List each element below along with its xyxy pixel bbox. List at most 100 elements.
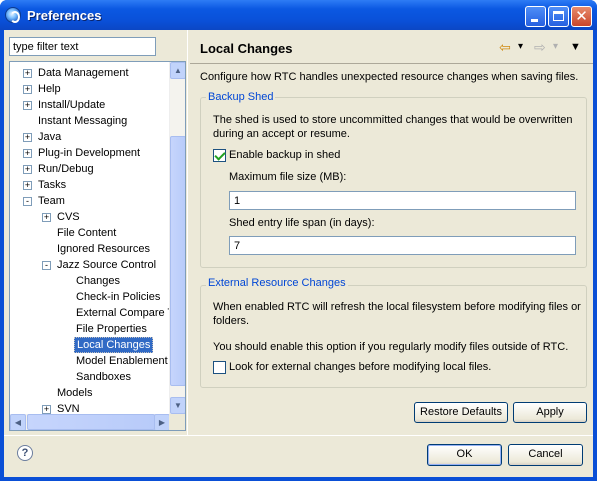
tree-item-label: Ignored Resources <box>57 243 150 255</box>
tree-item-label: Data Management <box>38 67 129 79</box>
cancel-button[interactable]: Cancel <box>508 444 583 466</box>
tree-item-label: Java <box>38 131 62 143</box>
tree-item-instant-messaging[interactable]: Instant Messaging <box>10 113 170 129</box>
tree-item-label: Sandboxes <box>76 371 132 383</box>
window-title: Preferences <box>27 8 102 23</box>
vertical-scroll-thumb[interactable] <box>170 136 185 386</box>
tree-item-external-compare-t[interactable]: External Compare T <box>10 305 174 321</box>
backup-shed-title: Backup Shed <box>206 91 276 103</box>
button-bar-separator <box>4 435 593 436</box>
tree-item-label: Changes <box>76 275 121 287</box>
view-menu-icon[interactable]: ▼ <box>570 39 581 55</box>
tree-item-label: File Content <box>57 227 117 239</box>
max-file-size-input[interactable]: 1 <box>229 191 576 210</box>
life-span-input[interactable]: 7 <box>229 236 576 255</box>
title-separator <box>190 63 593 64</box>
close-icon: ✕ <box>575 8 588 25</box>
collapse-icon[interactable]: - <box>23 197 32 206</box>
look-external-changes-label[interactable]: Look for external changes before modifyi… <box>229 361 491 373</box>
external-changes-description-line1: When enabled RTC will refresh the local … <box>213 301 581 313</box>
tree-item-sandboxes[interactable]: Sandboxes <box>10 369 170 385</box>
expand-icon[interactable]: + <box>23 133 32 142</box>
tree-item-label: Instant Messaging <box>38 115 128 127</box>
tree-item-label: File Properties <box>76 323 147 335</box>
forward-arrow-icon: ⇨ <box>534 39 546 55</box>
back-history-dropdown-icon[interactable]: ▾ <box>518 39 523 55</box>
tree-item-tasks[interactable]: + Tasks <box>10 177 170 193</box>
expand-icon[interactable]: + <box>42 405 51 414</box>
expand-icon[interactable]: + <box>23 149 32 158</box>
help-icon[interactable]: ? <box>17 445 33 461</box>
tree-item-label: Help <box>38 83 61 95</box>
expand-icon[interactable]: + <box>23 181 32 190</box>
expand-icon[interactable]: + <box>23 85 32 94</box>
external-changes-description-line2: folders. <box>213 315 250 327</box>
horizontal-scroll-thumb[interactable] <box>27 414 155 430</box>
backup-shed-description-line2: during an accept or resume. <box>213 128 350 140</box>
tree-item-cvs[interactable]: + CVS <box>10 209 170 225</box>
external-changes-title: External Resource Changes <box>206 277 348 289</box>
ok-button[interactable]: OK <box>427 444 502 466</box>
backup-shed-description-line1: The shed is used to store uncommitted ch… <box>213 114 573 126</box>
apply-button[interactable]: Apply <box>513 402 587 423</box>
tree-item-label: Run/Debug <box>38 163 94 175</box>
tree-item-install-update[interactable]: + Install/Update <box>10 97 170 113</box>
minimize-button[interactable] <box>525 6 546 27</box>
tree-item-label: Plug-in Development <box>38 147 141 159</box>
preferences-window: Preferences ✕ + Data Management + Help + Inst… <box>0 0 597 481</box>
expand-icon[interactable]: + <box>23 101 32 110</box>
tree-item-label: Jazz Source Control <box>57 259 157 271</box>
tree-item-label: Model Enablement <box>76 355 168 367</box>
max-file-size-label: Maximum file size (MB): <box>229 171 347 183</box>
filter-input[interactable] <box>9 37 156 56</box>
close-button[interactable]: ✕ <box>571 6 592 27</box>
scroll-right-button[interactable]: ▶ <box>154 414 170 430</box>
tree-item-data-management[interactable]: + Data Management <box>10 65 170 81</box>
restore-defaults-button[interactable]: Restore Defaults <box>414 402 508 423</box>
expand-icon[interactable]: + <box>42 213 51 222</box>
scroll-corner <box>169 414 185 430</box>
enable-backup-checkbox[interactable] <box>213 149 226 162</box>
tree-horizontal-scrollbar[interactable]: ◀ ▶ <box>10 414 170 430</box>
back-arrow-icon[interactable]: ⇦ <box>499 39 511 55</box>
tree-item-file-content[interactable]: File Content <box>10 225 170 241</box>
tree-item-team[interactable]: - Team <box>10 193 170 209</box>
tree-item-model-enablement[interactable]: Model Enablement <box>10 353 170 369</box>
tree-item-ignored-resources[interactable]: Ignored Resources <box>10 241 170 257</box>
scroll-up-button[interactable]: ▲ <box>170 62 185 79</box>
tree-vertical-scrollbar[interactable]: ▲ ▼ <box>169 62 185 414</box>
tree-item-local-changes[interactable]: Local Changes <box>10 337 170 353</box>
tree-item-file-properties[interactable]: File Properties <box>10 321 170 337</box>
look-external-changes-checkbox[interactable] <box>213 361 226 374</box>
external-changes-advice: You should enable this option if you reg… <box>213 341 569 353</box>
expand-icon[interactable]: + <box>23 165 32 174</box>
tree-item-label: CVS <box>57 211 80 223</box>
tree-item-jazz-source-control[interactable]: - Jazz Source Control <box>10 257 170 273</box>
scroll-left-button[interactable]: ◀ <box>10 414 26 430</box>
tree-item-plug-in-development[interactable]: + Plug-in Development <box>10 145 170 161</box>
tree-item-help[interactable]: + Help <box>10 81 170 97</box>
tree-item-label: Local Changes <box>74 337 154 353</box>
tree-item-changes[interactable]: Changes <box>10 273 170 289</box>
tree-item-label: Models <box>57 387 93 399</box>
tree-item-run-debug[interactable]: + Run/Debug <box>10 161 170 177</box>
tree-item-label: Team <box>38 195 65 207</box>
scroll-down-button[interactable]: ▼ <box>170 397 185 414</box>
tree-item-label: Install/Update <box>38 99 106 111</box>
tree-item-models[interactable]: Models <box>10 385 170 401</box>
tree-item-label: Tasks <box>38 179 67 191</box>
panel-divider[interactable] <box>187 30 190 435</box>
collapse-icon[interactable]: - <box>42 261 51 270</box>
minimize-icon <box>531 19 538 22</box>
expand-icon[interactable]: + <box>23 69 32 78</box>
maximize-button[interactable] <box>548 6 569 27</box>
life-span-label: Shed entry life span (in days): <box>229 217 375 229</box>
forward-history-dropdown-icon: ▾ <box>553 41 559 52</box>
page-title: Local Changes <box>200 41 293 56</box>
tree-item-label: Check-in Policies <box>76 291 161 303</box>
tree-item-check-in-policies[interactable]: Check-in Policies <box>10 289 170 305</box>
tree-item-java[interactable]: + Java <box>10 129 170 145</box>
title-bar[interactable]: Preferences ✕ <box>0 0 597 30</box>
enable-backup-label[interactable]: Enable backup in shed <box>229 149 340 161</box>
preference-tree[interactable]: + Data Management + Help + Install/Update Inst… <box>9 61 186 431</box>
